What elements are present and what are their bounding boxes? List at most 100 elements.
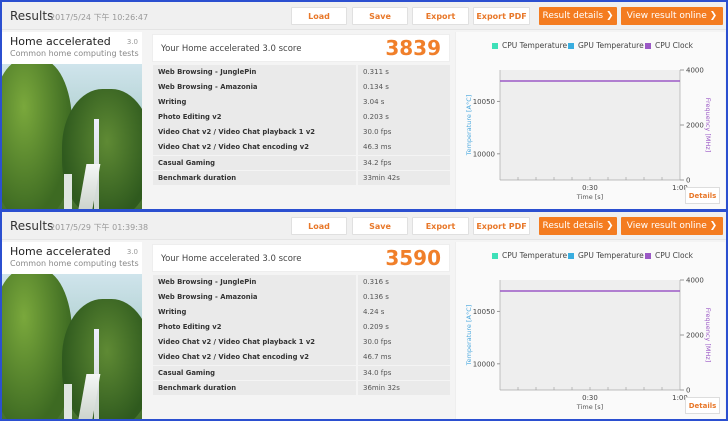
- y-right-tick-label: 4000: [686, 277, 704, 285]
- export-button[interactable]: Export: [412, 217, 469, 235]
- results-header: Results 2017/5/29 下午 01:39:38 Load Save …: [2, 212, 726, 240]
- score-box: Your Home accelerated 3.0 score 3839: [152, 34, 450, 62]
- test-value: 30.0 fps: [358, 335, 450, 350]
- result-details-button[interactable]: Result details ❯: [539, 217, 617, 235]
- save-button[interactable]: Save: [352, 7, 408, 25]
- test-value: 33min 42s: [358, 170, 450, 186]
- test-value: 34.2 fps: [358, 155, 450, 171]
- view-result-online-button[interactable]: View result online ❯: [621, 217, 723, 235]
- test-value: 46.3 ms: [358, 140, 450, 155]
- plot-area: [500, 70, 680, 180]
- test-label: Web Browsing - Amazonia: [153, 290, 356, 305]
- test-version: 3.0: [126, 248, 138, 256]
- y-left-tick-label: 10050: [473, 98, 495, 106]
- results-table: Web Browsing - JunglePin 0.316 s Web Brows…: [153, 275, 450, 396]
- waterfall-image: [2, 64, 142, 209]
- score-value: 3839: [385, 36, 441, 60]
- table-row: Web Browsing - JunglePin 0.316 s: [153, 275, 450, 290]
- export-pdf-button[interactable]: Export PDF: [473, 217, 530, 235]
- test-label: Web Browsing - JunglePin: [153, 275, 356, 290]
- plot-area: [500, 280, 680, 390]
- table-row: Video Chat v2 / Video Chat encoding v2 46…: [153, 140, 450, 155]
- result-date: 2017/5/29 下午 01:39:38: [50, 223, 149, 232]
- table-row: Benchmark duration 33min 42s: [153, 170, 450, 186]
- test-label: Writing: [153, 305, 356, 320]
- y-left-tick-label: 10050: [473, 308, 495, 316]
- test-label: Benchmark duration: [153, 380, 356, 396]
- test-description: Common home computing tests: [10, 259, 139, 268]
- y-right-axis-title: Frequency [MHz]: [704, 98, 712, 153]
- test-value: 0.203 s: [358, 110, 450, 125]
- table-row: Writing 3.04 s: [153, 95, 450, 110]
- y-right-tick-label: 2000: [686, 122, 704, 130]
- test-card: Home accelerated 3.0 Common home computi…: [2, 242, 142, 419]
- results-title: Results: [10, 219, 54, 233]
- test-value: 46.7 ms: [358, 350, 450, 365]
- test-name: Home accelerated: [10, 35, 111, 48]
- y-left-axis-title: Temperature [A°C]: [465, 95, 473, 157]
- export-button[interactable]: Export: [412, 7, 469, 25]
- export-pdf-button[interactable]: Export PDF: [473, 7, 530, 25]
- test-value: 0.209 s: [358, 320, 450, 335]
- test-value: 0.136 s: [358, 290, 450, 305]
- test-label: Video Chat v2 / Video Chat encoding v2: [153, 350, 356, 365]
- x-axis-title: Time [s]: [576, 193, 603, 201]
- test-label: Photo Editing v2: [153, 110, 356, 125]
- chart-svg: 10050100004000200000:30 1:00Time [s]Tempe…: [465, 277, 712, 412]
- test-value: 4.24 s: [358, 305, 450, 320]
- table-row: Photo Editing v2 0.209 s: [153, 320, 450, 335]
- test-value: 0.311 s: [358, 65, 450, 80]
- test-description: Common home computing tests: [10, 49, 139, 58]
- results-title: Results: [10, 9, 54, 23]
- table-row: Video Chat v2 / Video Chat playback 1 v2…: [153, 125, 450, 140]
- details-button[interactable]: Details: [685, 187, 720, 204]
- y-left-tick-label: 10000: [473, 150, 495, 158]
- score-value: 3590: [385, 246, 441, 270]
- monitoring-chart: CPU Temperature GPU Temperature CPU Cloc…: [455, 32, 725, 209]
- test-label: Video Chat v2 / Video Chat playback 1 v2: [153, 335, 356, 350]
- test-value: 0.134 s: [358, 80, 450, 95]
- result-panel-2: Results 2017/5/29 下午 01:39:38 Load Save …: [2, 212, 726, 419]
- y-left-axis-title: Temperature [A°C]: [465, 305, 473, 367]
- score-box: Your Home accelerated 3.0 score 3590: [152, 244, 450, 272]
- y-left-tick-label: 10000: [473, 360, 495, 368]
- y-right-tick-label: 4000: [686, 67, 704, 75]
- test-value: 34.0 fps: [358, 365, 450, 381]
- table-row: Casual Gaming 34.0 fps: [153, 365, 450, 381]
- score-label: Your Home accelerated 3.0 score: [161, 44, 302, 54]
- table-row: Casual Gaming 34.2 fps: [153, 155, 450, 171]
- table-row: Web Browsing - Amazonia 0.134 s: [153, 80, 450, 95]
- load-button[interactable]: Load: [291, 217, 347, 235]
- load-button[interactable]: Load: [291, 7, 347, 25]
- test-value: 0.316 s: [358, 275, 450, 290]
- test-label: Photo Editing v2: [153, 320, 356, 335]
- view-result-online-button[interactable]: View result online ❯: [621, 7, 723, 25]
- table-row: Benchmark duration 36min 32s: [153, 380, 450, 396]
- table-row: Video Chat v2 / Video Chat playback 1 v2…: [153, 335, 450, 350]
- x-tick-label: 0:30: [582, 184, 598, 192]
- test-value: 30.0 fps: [358, 125, 450, 140]
- y-right-axis-title: Frequency [MHz]: [704, 308, 712, 363]
- y-right-tick-label: 2000: [686, 332, 704, 340]
- results-header: Results 2017/5/24 下午 10:26:47 Load Save …: [2, 2, 726, 30]
- test-label: Casual Gaming: [153, 155, 356, 171]
- result-panel-1: Results 2017/5/24 下午 10:26:47 Load Save …: [2, 2, 726, 209]
- chart-svg: 10050100004000200000:30 1:00Time [s]Tempe…: [465, 67, 712, 202]
- test-label: Video Chat v2 / Video Chat playback 1 v2: [153, 125, 356, 140]
- test-label: Web Browsing - Amazonia: [153, 80, 356, 95]
- test-label: Writing: [153, 95, 356, 110]
- test-value: 36min 32s: [358, 380, 450, 396]
- test-name: Home accelerated: [10, 245, 111, 258]
- test-label: Web Browsing - JunglePin: [153, 65, 356, 80]
- test-label: Benchmark duration: [153, 170, 356, 186]
- x-tick-label: 0:30: [582, 394, 598, 402]
- table-row: Web Browsing - JunglePin 0.311 s: [153, 65, 450, 80]
- save-button[interactable]: Save: [352, 217, 408, 235]
- test-value: 3.04 s: [358, 95, 450, 110]
- table-row: Photo Editing v2 0.203 s: [153, 110, 450, 125]
- result-details-button[interactable]: Result details ❯: [539, 7, 617, 25]
- details-button[interactable]: Details: [685, 397, 720, 414]
- test-label: Video Chat v2 / Video Chat encoding v2: [153, 140, 356, 155]
- x-axis-title: Time [s]: [576, 403, 603, 411]
- test-card: Home accelerated 3.0 Common home computi…: [2, 32, 142, 209]
